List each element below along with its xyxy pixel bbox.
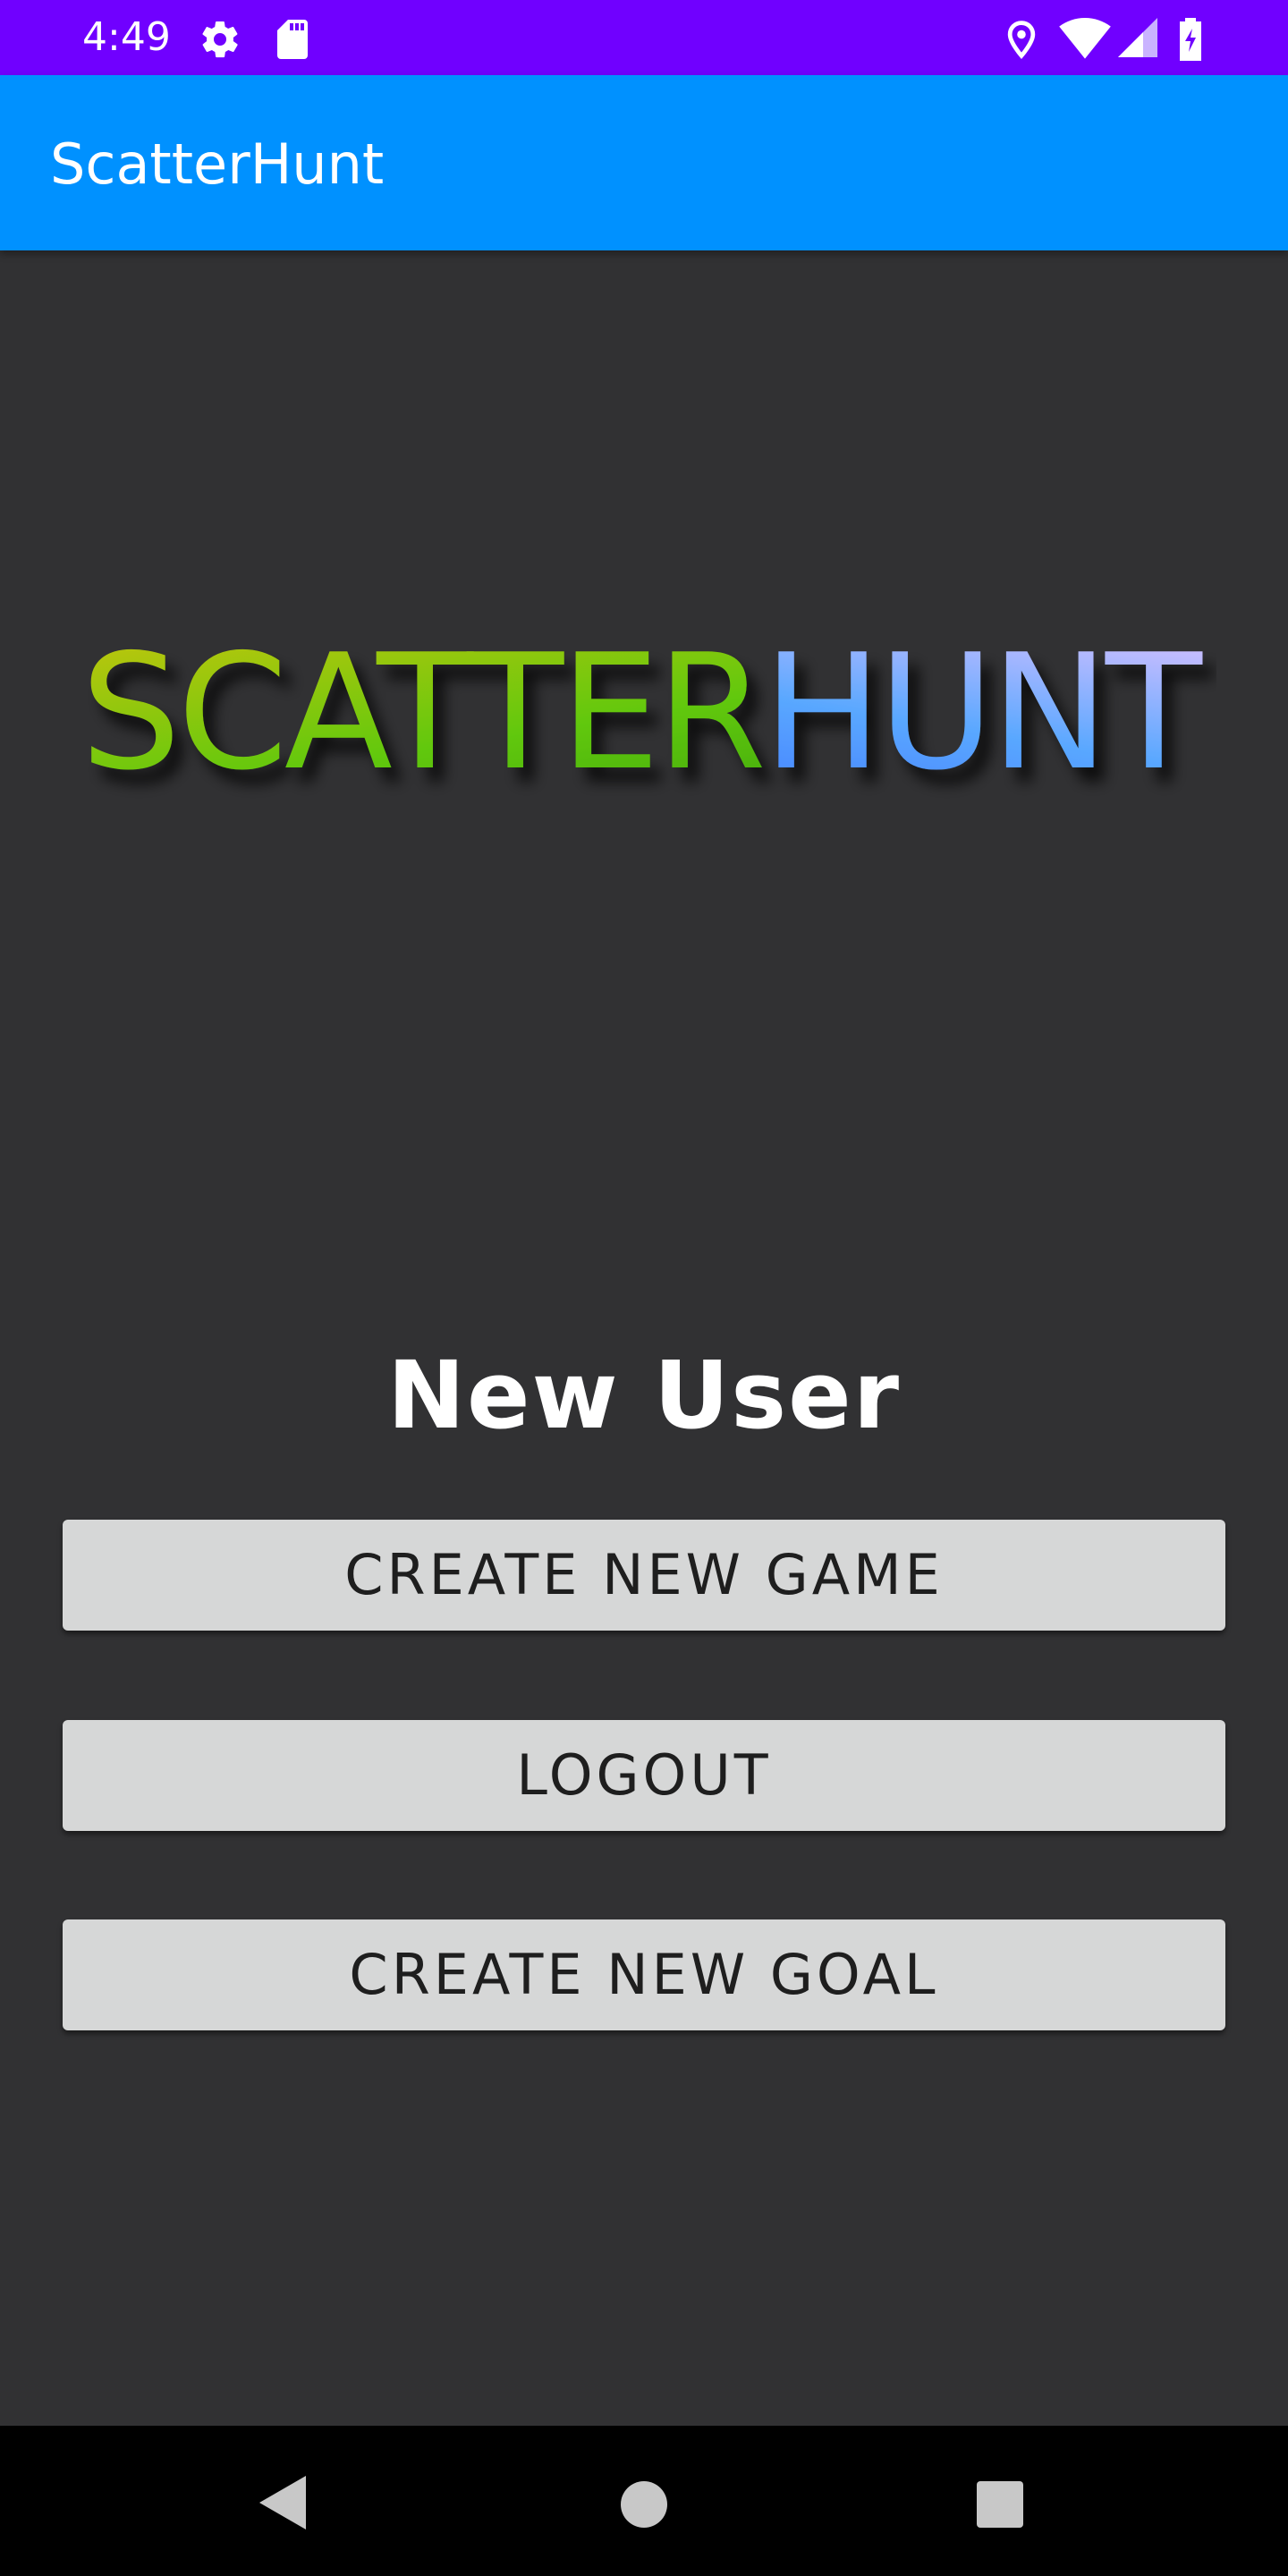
recents-icon[interactable] <box>977 2481 1023 2531</box>
battery-charging-icon <box>1177 18 1204 64</box>
wifi-icon <box>1059 18 1111 64</box>
svg-text:SCATTERHUNT: SCATTERHUNT <box>80 620 1203 805</box>
create-new-game-button[interactable]: CREATE NEW GAME <box>63 1520 1225 1631</box>
home-icon[interactable] <box>621 2481 667 2531</box>
cell-signal-icon <box>1118 18 1157 61</box>
gear-icon <box>199 18 242 64</box>
scatterhunt-logo: SCATTERHUNT <box>72 599 1216 814</box>
page-heading: New User <box>386 1341 902 1450</box>
logo-text-scatter: SCATTER <box>80 620 763 805</box>
location-icon <box>1002 18 1041 64</box>
sd-card-icon <box>274 18 313 64</box>
app-bar: ScatterHunt <box>0 75 1288 250</box>
logo-text-hunt: HUNT <box>763 620 1203 805</box>
status-time: 4:49 <box>82 14 171 60</box>
create-new-goal-button[interactable]: CREATE NEW GOAL <box>63 1919 1225 2030</box>
navigation-bar <box>0 2426 1288 2576</box>
app-title: ScatterHunt <box>50 131 385 197</box>
back-icon[interactable] <box>259 2476 309 2533</box>
status-bar: 4:49 <box>0 0 1288 75</box>
logout-button[interactable]: LOGOUT <box>63 1720 1225 1831</box>
